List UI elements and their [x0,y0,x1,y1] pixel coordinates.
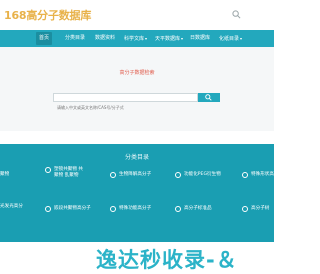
main-nav: 首页 分类目录 数据资料 科学文库▾ 天平数据库▾ 日数据库 化纸目录▾ [0,30,274,47]
search-input[interactable] [54,104,197,111]
category-icon [110,172,116,178]
category-icon [110,206,116,212]
category-icon [45,206,51,212]
search-button[interactable] [198,93,220,102]
chevron-down-icon: ▾ [240,36,243,41]
category-icon [45,167,51,173]
category-icon [242,206,248,212]
nav-item-categories[interactable]: 分类目录 [65,32,85,45]
search-icon[interactable] [232,10,241,19]
chevron-down-icon: ▾ [181,36,184,41]
category-icon [175,206,181,212]
search-box [53,93,198,111]
category-panel: 分类目录 聚物 塑锁共聚物 共聚物 乱聚物 生物降解高分子 功能化PEG衍生物 … [0,144,274,242]
nav-item-daily-db[interactable]: 日数据库 [190,32,210,45]
search-icon [205,94,212,101]
hero-section: 高分子数据检索 [0,47,274,131]
watermark-area: 逸达秒收录-＆ [0,242,274,272]
chevron-down-icon: ▾ [145,36,148,41]
category-icon [175,172,181,178]
hero-title: 高分子数据检索 [119,70,155,76]
nav-item-data[interactable]: 数据资料 [95,32,115,45]
category-panel-title: 分类目录 [124,154,149,161]
nav-item-home[interactable]: 首页 [36,32,53,45]
nav-item-balance-db[interactable]: 天平数据库▾ [155,32,183,45]
site-logo[interactable]: 168高分子数据库 [4,7,91,23]
category-icon [242,172,248,178]
nav-item-library[interactable]: 科学文库▾ [124,32,147,45]
top-header: 168高分子数据库 [0,0,274,30]
nav-item-paper-catalog[interactable]: 化纸目录▾ [219,32,242,45]
